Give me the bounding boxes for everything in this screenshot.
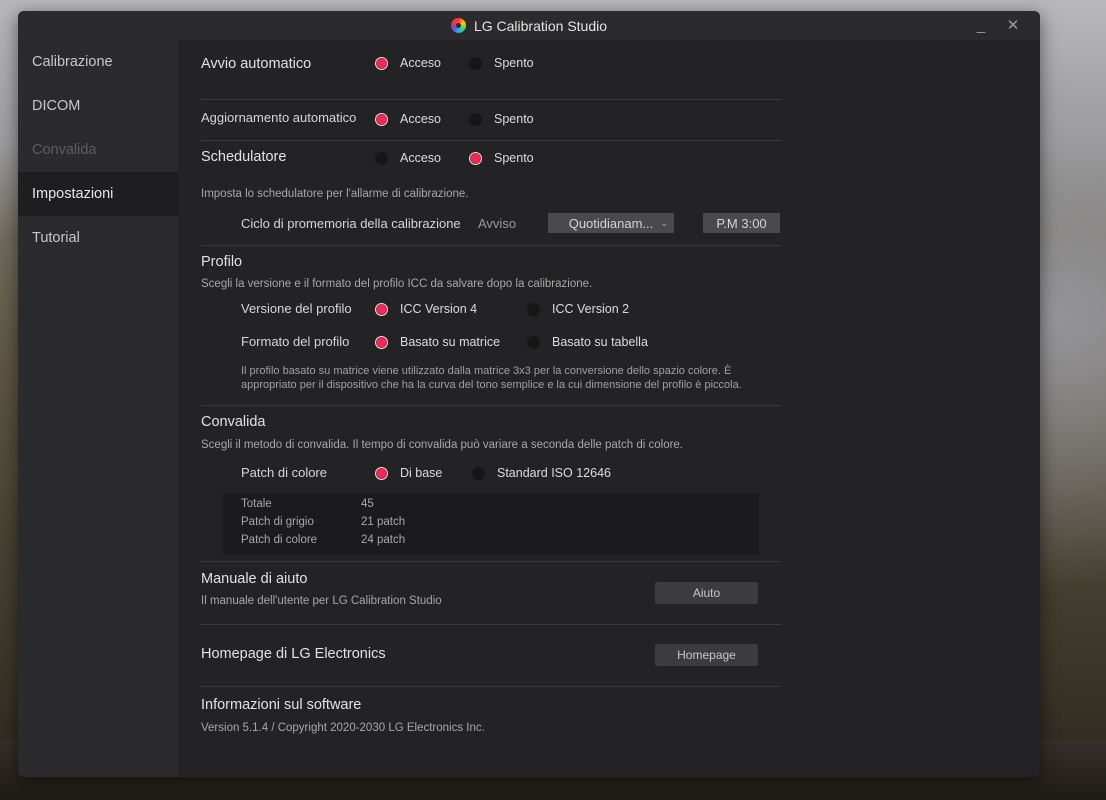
- chevron-down-icon: ⌄: [660, 217, 668, 228]
- close-button[interactable]: ✕: [1000, 15, 1026, 35]
- sidebar-item-dicom[interactable]: DICOM: [18, 84, 178, 128]
- sidebar-item-calibrazione[interactable]: Calibrazione: [18, 40, 178, 84]
- notice-label: Avviso: [478, 216, 517, 231]
- frequency-dropdown[interactable]: Quotidianam... ⌄: [548, 213, 674, 233]
- radio-label: Standard ISO 12646: [497, 466, 611, 480]
- app-title: LG Calibration Studio: [473, 17, 608, 34]
- radio-dot: [469, 151, 482, 165]
- summary-color-value: 24 patch: [361, 534, 406, 546]
- summary-gray-value: 21 patch: [361, 516, 406, 528]
- divider: [201, 561, 781, 562]
- divider: [201, 405, 781, 406]
- help-description: Il manuale dell'utente per LG Calibratio…: [201, 595, 442, 607]
- radio-label: Di base: [400, 466, 443, 480]
- auto-update-off-radio[interactable]: Spento: [469, 112, 534, 126]
- auto-start-on-radio[interactable]: Acceso: [375, 56, 441, 70]
- basic-patch-radio[interactable]: Di base: [375, 466, 442, 480]
- radio-dot: [375, 335, 388, 349]
- auto-update-label: Aggiornamento automatico: [201, 110, 357, 125]
- divider: [201, 686, 781, 687]
- table-based-radio[interactable]: Basato su tabella: [527, 335, 648, 349]
- sidebar: Calibrazione DICOM Convalida Impostazion…: [18, 40, 178, 777]
- icc-version-2-radio[interactable]: ICC Version 2: [527, 302, 629, 316]
- radio-dot: [375, 112, 388, 126]
- auto-start-label: Avvio automatico: [201, 56, 312, 72]
- radio-label: ICC Version 2: [552, 302, 630, 316]
- help-button[interactable]: Aiuto: [655, 582, 758, 604]
- radio-dot: [375, 56, 388, 70]
- radio-label: ICC Version 4: [400, 302, 478, 316]
- help-title: Manuale di aiuto: [201, 571, 308, 587]
- radio-dot: [469, 112, 482, 126]
- iso-12646-radio[interactable]: Standard ISO 12646: [472, 466, 611, 480]
- radio-dot: [527, 302, 540, 316]
- color-patch-label: Patch di colore: [241, 465, 327, 480]
- window-controls: _ ✕: [962, 15, 1026, 35]
- title-bar[interactable]: LG Calibration Studio _ ✕: [18, 11, 1040, 40]
- summary-color-label: Patch di colore: [241, 534, 318, 546]
- sidebar-item-tutorial[interactable]: Tutorial: [18, 216, 178, 260]
- homepage-button[interactable]: Homepage: [655, 644, 758, 666]
- radio-label: Spento: [494, 56, 534, 70]
- profile-title: Profilo: [201, 254, 243, 270]
- radio-dot: [375, 466, 388, 480]
- radio-dot: [472, 466, 485, 480]
- homepage-title: Homepage di LG Electronics: [201, 646, 386, 662]
- profile-note-line1: Il profilo basato su matrice viene utili…: [241, 365, 732, 377]
- radio-label: Acceso: [400, 151, 441, 165]
- radio-label: Acceso: [400, 112, 441, 126]
- radio-label: Acceso: [400, 56, 441, 70]
- radio-label: Spento: [494, 151, 534, 165]
- radio-dot: [375, 302, 388, 316]
- icc-version-4-radio[interactable]: ICC Version 4: [375, 302, 477, 316]
- summary-total-label: Totale: [241, 498, 272, 510]
- radio-dot: [527, 335, 540, 349]
- version-info: Version 5.1.4 / Copyright 2020-2030 LG E…: [201, 722, 485, 734]
- summary-gray-label: Patch di grigio: [241, 516, 314, 528]
- patch-summary-box: Totale 45 Patch di grigio 21 patch Patch…: [223, 493, 759, 555]
- profile-note-line2: appropriato per il dispositivo che ha la…: [241, 379, 742, 391]
- sidebar-item-impostazioni[interactable]: Impostazioni: [18, 172, 178, 216]
- profile-format-label: Formato del profilo: [241, 334, 350, 349]
- app-logo-icon: [450, 18, 466, 33]
- divider: [201, 245, 781, 246]
- auto-start-off-radio[interactable]: Spento: [469, 56, 534, 70]
- radio-dot: [469, 56, 482, 70]
- validation-description: Scegli il metodo di convalida. Il tempo …: [201, 439, 684, 451]
- validation-title: Convalida: [201, 414, 266, 430]
- divider: [201, 99, 781, 100]
- radio-label: Spento: [494, 112, 534, 126]
- auto-update-on-radio[interactable]: Acceso: [375, 112, 441, 126]
- app-window: LG Calibration Studio _ ✕ Calibrazione D…: [18, 11, 1040, 777]
- scheduler-description: Imposta lo schedulatore per l'allarme di…: [201, 188, 469, 200]
- matrix-based-radio[interactable]: Basato su matrice: [375, 335, 500, 349]
- summary-total-value: 45: [361, 498, 374, 510]
- about-title: Informazioni sul software: [201, 697, 362, 713]
- reminder-cycle-label: Ciclo di promemoria della calibrazione: [241, 216, 461, 231]
- frequency-value: Quotidianam...: [568, 215, 654, 231]
- radio-label: Basato su tabella: [552, 335, 648, 349]
- scheduler-on-radio[interactable]: Acceso: [375, 151, 441, 165]
- minimize-button[interactable]: _: [968, 15, 994, 35]
- profile-description: Scegli la versione e il formato del prof…: [201, 278, 593, 290]
- scheduler-off-radio[interactable]: Spento: [469, 151, 534, 165]
- divider: [201, 624, 781, 625]
- settings-panel: Avvio automatico Acceso Spento Aggiornam…: [178, 40, 1040, 777]
- scheduler-label: Schedulatore: [201, 149, 287, 165]
- sidebar-item-convalida: Convalida: [32, 142, 97, 158]
- time-picker[interactable]: P.M 3:00: [703, 213, 780, 233]
- radio-dot: [375, 151, 388, 165]
- divider: [201, 140, 781, 141]
- profile-version-label: Versione del profilo: [241, 301, 352, 316]
- radio-label: Basato su matrice: [400, 335, 501, 349]
